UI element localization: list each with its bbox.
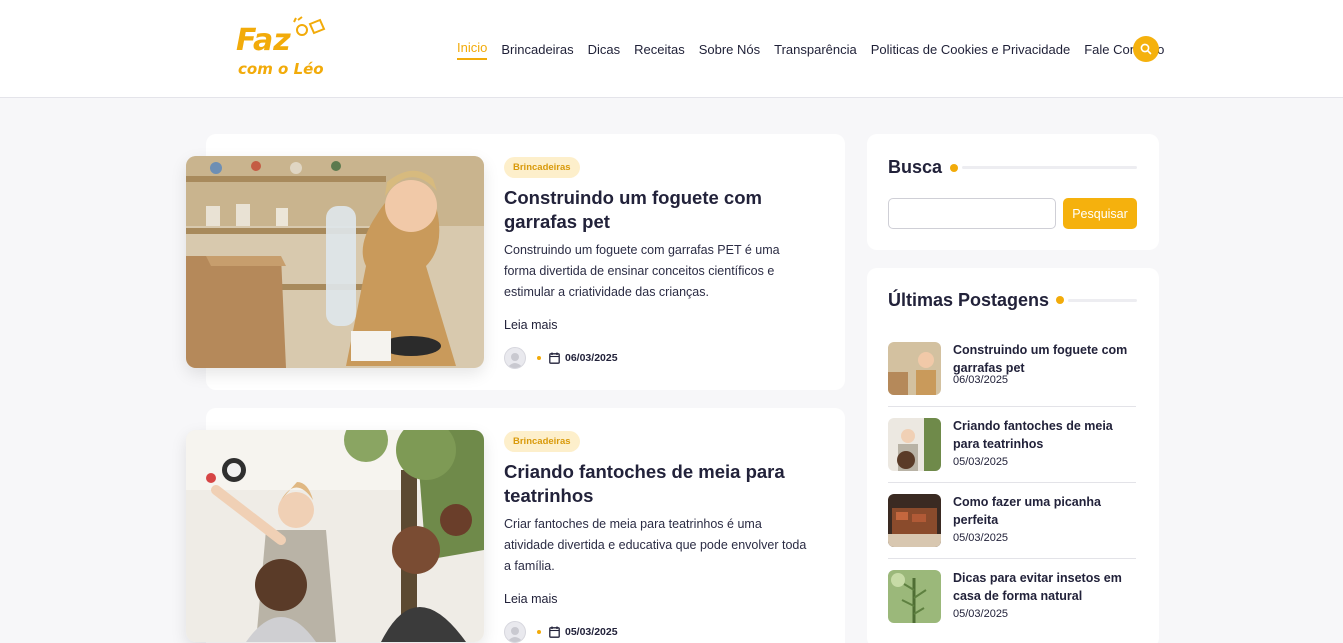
calendar-icon <box>549 352 560 364</box>
divider <box>888 482 1136 483</box>
nav-item-dicas[interactable]: Dicas <box>588 42 621 58</box>
avatar[interactable] <box>504 621 526 643</box>
post-title[interactable]: Criando fantoches de meia para teatrinho… <box>504 460 804 508</box>
recent-post-title[interactable]: Como fazer uma picanha perfeita <box>953 493 1136 529</box>
recent-post-date: 05/03/2025 <box>953 456 1009 468</box>
recent-post-title[interactable]: Construindo um foguete com garrafas pet <box>953 341 1136 377</box>
main-nav: Inicio Brincadeiras Dicas Receitas Sobre… <box>457 40 1178 60</box>
post-date: 06/03/2025 <box>565 352 618 364</box>
recent-post-item[interactable]: Dicas para evitar insetos em casa de for… <box>888 570 1136 643</box>
category-badge[interactable]: Brincadeiras <box>504 157 580 178</box>
recent-post-thumbnail[interactable] <box>888 570 941 623</box>
widget-title: Últimas Postagens <box>888 290 1050 310</box>
search-submit-button[interactable]: Pesquisar <box>1063 198 1137 229</box>
widget-title: Busca <box>888 157 943 177</box>
read-more-link[interactable]: Leia mais <box>504 318 558 332</box>
recent-posts-widget: Últimas Postagens Construindo um foguete… <box>867 268 1159 643</box>
category-badge[interactable]: Brincadeiras <box>504 431 580 452</box>
nav-item-receitas[interactable]: Receitas <box>634 42 685 58</box>
read-more-link[interactable]: Leia mais <box>504 592 558 606</box>
divider <box>888 406 1136 407</box>
search-input[interactable] <box>888 198 1056 229</box>
post-excerpt: Construindo um foguete com garrafas PET … <box>504 243 780 299</box>
recent-post-date: 05/03/2025 <box>953 532 1009 544</box>
search-widget: Busca Pesquisar <box>867 134 1159 250</box>
post-title[interactable]: Construindo um foguete com garrafas pet <box>504 186 804 234</box>
post-card: Brincadeiras Criando fantoches de meia p… <box>186 408 845 643</box>
title-accent-dot <box>950 164 958 172</box>
post-image[interactable] <box>186 156 484 368</box>
recent-post-thumbnail[interactable] <box>888 418 941 471</box>
header-search-button[interactable] <box>1133 36 1159 62</box>
post-date: 05/03/2025 <box>565 626 618 638</box>
recent-post-date: 05/03/2025 <box>953 608 1009 620</box>
title-accent-dot <box>1056 296 1064 304</box>
post-meta: 06/03/2025 <box>504 347 618 369</box>
search-icon <box>1140 43 1152 55</box>
recent-post-thumbnail[interactable] <box>888 342 941 395</box>
meta-separator <box>537 630 541 634</box>
post-excerpt: Criar fantoches de meia para teatrinhos … <box>504 517 807 573</box>
nav-item-inicio[interactable]: Inicio <box>457 40 488 60</box>
logo-text-bottom: com o Léo <box>238 60 324 78</box>
recent-post-date: 06/03/2025 <box>953 374 1009 386</box>
post-card: Brincadeiras Construindo um foguete com … <box>186 134 845 390</box>
avatar[interactable] <box>504 347 526 369</box>
nav-item-transparencia[interactable]: Transparência <box>774 42 857 58</box>
recent-post-title[interactable]: Dicas para evitar insetos em casa de for… <box>953 569 1136 605</box>
meta-separator <box>537 356 541 360</box>
post-meta: 05/03/2025 <box>504 621 618 643</box>
site-header: Faz com o Léo Inicio Brincadeiras Dicas … <box>0 0 1343 98</box>
nav-item-brincadeiras[interactable]: Brincadeiras <box>501 42 573 58</box>
post-image[interactable] <box>186 430 484 642</box>
calendar-icon <box>549 626 560 638</box>
logo-text-top: Faz <box>236 23 291 58</box>
recent-post-thumbnail[interactable] <box>888 494 941 547</box>
nav-item-politicas[interactable]: Politicas de Cookies e Privacidade <box>871 42 1070 58</box>
site-logo[interactable]: Faz com o Léo <box>234 16 344 80</box>
title-divider <box>1068 299 1137 302</box>
nav-item-sobre-nos[interactable]: Sobre Nós <box>699 42 760 58</box>
recent-post-title[interactable]: Criando fantoches de meia para teatrinho… <box>953 417 1136 453</box>
divider <box>888 558 1136 559</box>
title-divider <box>962 166 1137 169</box>
